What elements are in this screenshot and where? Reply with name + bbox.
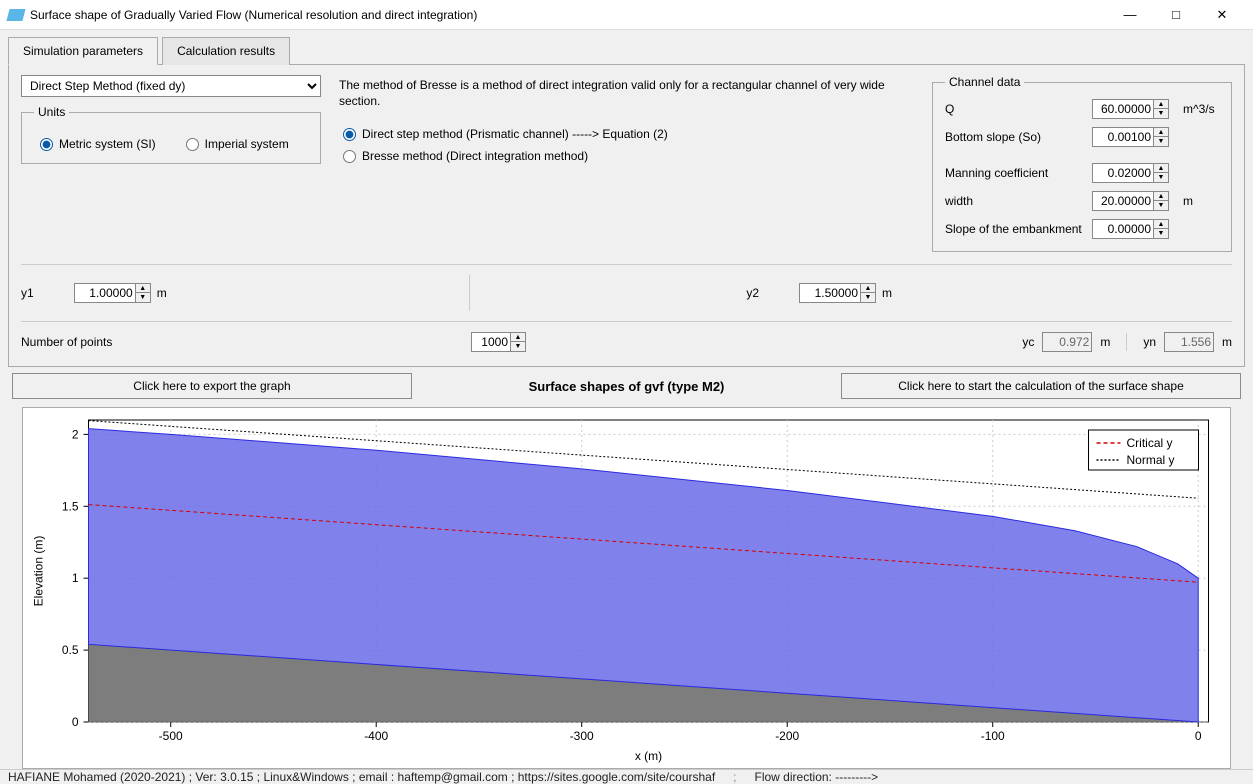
radio-metric-label: Metric system (SI)	[59, 137, 156, 151]
channel-data-legend: Channel data	[945, 75, 1024, 89]
radio-bresse-label: Bresse method (Direct integration method…	[362, 149, 588, 163]
y2-unit: m	[882, 286, 918, 300]
status-bar: HAFIANE Mohamed (2020-2021) ; Ver: 3.0.1…	[0, 769, 1253, 784]
svg-text:1: 1	[72, 571, 79, 585]
calculate-button[interactable]: Click here to start the calculation of t…	[841, 373, 1241, 399]
yc-value	[1042, 332, 1092, 352]
svg-text:x (m): x (m)	[635, 749, 662, 763]
titlebar: Surface shape of Gradually Varied Flow (…	[0, 0, 1253, 30]
tab-strip: Simulation parameters Calculation result…	[8, 37, 1245, 65]
q-label: Q	[945, 102, 1084, 116]
svg-text:Normal y: Normal y	[1127, 453, 1175, 467]
svg-text:0: 0	[72, 715, 79, 729]
svg-text:2: 2	[72, 427, 79, 441]
manning-input[interactable]	[1092, 163, 1154, 183]
svg-text:1.5: 1.5	[62, 499, 79, 513]
status-right: Flow direction: --------->	[755, 770, 879, 784]
y2-label: y2	[746, 286, 759, 300]
q-input[interactable]	[1092, 99, 1154, 119]
so-input[interactable]	[1092, 127, 1154, 147]
q-unit: m^3/s	[1183, 102, 1219, 116]
minimize-button[interactable]: —	[1107, 0, 1153, 30]
svg-text:0.5: 0.5	[62, 643, 79, 657]
radio-imperial-input[interactable]	[186, 138, 199, 151]
npoints-label: Number of points	[21, 335, 451, 349]
tab-results[interactable]: Calculation results	[162, 37, 290, 65]
emb-input[interactable]	[1092, 219, 1154, 239]
y1-input[interactable]	[74, 283, 136, 303]
bresse-description: The method of Bresse is a method of dire…	[335, 75, 918, 115]
app-icon	[6, 9, 25, 21]
chart-svg: -500 -400 -300 -200 -100 0 0 0.5 1 1.5 2 x (m) Eleva…	[23, 408, 1230, 768]
svg-text:0: 0	[1195, 729, 1202, 743]
method-select[interactable]: Direct Step Method (fixed dy)	[21, 75, 321, 97]
npoints-stepper[interactable]: ▲▼	[511, 332, 526, 352]
y1-stepper[interactable]: ▲▼	[136, 283, 151, 303]
svg-text:-300: -300	[570, 729, 594, 743]
radio-bresse[interactable]: Bresse method (Direct integration method…	[343, 149, 918, 163]
main-content: Simulation parameters Calculation result…	[0, 30, 1253, 769]
export-button[interactable]: Click here to export the graph	[12, 373, 412, 399]
window-title: Surface shape of Gradually Varied Flow (…	[30, 8, 1107, 22]
tab-simulation[interactable]: Simulation parameters	[8, 37, 158, 65]
close-button[interactable]: ✕	[1199, 0, 1245, 30]
yn-unit: m	[1222, 335, 1232, 349]
radio-metric[interactable]: Metric system (SI)	[40, 137, 156, 151]
manning-label: Manning coefficient	[945, 166, 1084, 180]
chart-area: -500 -400 -300 -200 -100 0 0 0.5 1 1.5 2 x (m) Eleva…	[22, 407, 1231, 769]
npoints-input[interactable]	[471, 332, 511, 352]
chart-title: Surface shapes of gvf (type M2)	[422, 379, 831, 394]
manning-stepper[interactable]: ▲▼	[1154, 163, 1169, 183]
radio-direct-step-input[interactable]	[343, 128, 356, 141]
yn-label: yn	[1143, 335, 1156, 349]
emb-label: Slope of the embankment	[945, 222, 1084, 236]
units-fieldset: Units Metric system (SI) Imperial system	[21, 105, 321, 164]
svg-text:-400: -400	[364, 729, 388, 743]
status-left: HAFIANE Mohamed (2020-2021) ; Ver: 3.0.1…	[8, 770, 715, 784]
y2-input[interactable]	[799, 283, 861, 303]
yc-unit: m	[1100, 335, 1110, 349]
width-unit: m	[1183, 194, 1219, 208]
svg-text:Elevation (m): Elevation (m)	[32, 536, 46, 607]
svg-text:Critical y: Critical y	[1127, 436, 1173, 450]
y1-label: y1	[21, 286, 34, 300]
width-label: width	[945, 194, 1084, 208]
radio-imperial-label: Imperial system	[205, 137, 289, 151]
so-label: Bottom slope (So)	[945, 130, 1084, 144]
yc-label: yc	[1022, 335, 1034, 349]
emb-stepper[interactable]: ▲▼	[1154, 219, 1169, 239]
svg-text:-200: -200	[775, 729, 799, 743]
svg-text:-100: -100	[981, 729, 1005, 743]
radio-imperial[interactable]: Imperial system	[186, 137, 289, 151]
radio-direct-step-label: Direct step method (Prismatic channel) -…	[362, 127, 668, 141]
y2-stepper[interactable]: ▲▼	[861, 283, 876, 303]
width-stepper[interactable]: ▲▼	[1154, 191, 1169, 211]
sim-panel: Direct Step Method (fixed dy) Units Metr…	[8, 64, 1245, 367]
q-stepper[interactable]: ▲▼	[1154, 99, 1169, 119]
channel-data-fieldset: Channel data Q ▲▼ m^3/s Bottom slope (So…	[932, 75, 1232, 252]
units-legend: Units	[34, 105, 69, 119]
width-input[interactable]	[1092, 191, 1154, 211]
radio-direct-step[interactable]: Direct step method (Prismatic channel) -…	[343, 127, 918, 141]
y1-unit: m	[157, 286, 193, 300]
radio-bresse-input[interactable]	[343, 150, 356, 163]
svg-text:-500: -500	[159, 729, 183, 743]
yn-value	[1164, 332, 1214, 352]
so-stepper[interactable]: ▲▼	[1154, 127, 1169, 147]
radio-metric-input[interactable]	[40, 138, 53, 151]
maximize-button[interactable]: □	[1153, 0, 1199, 30]
